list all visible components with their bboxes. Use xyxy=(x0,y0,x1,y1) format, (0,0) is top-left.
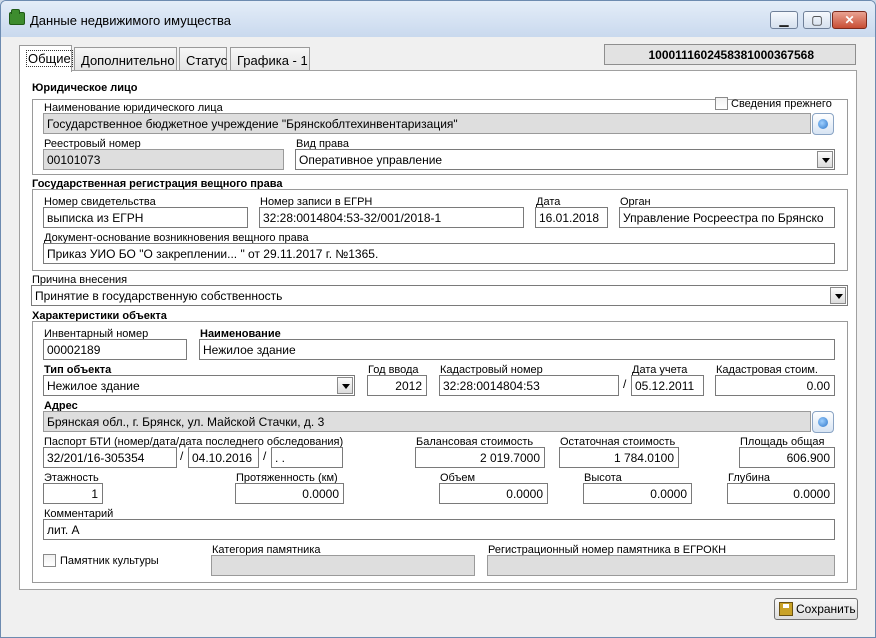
tab-graphics[interactable]: Графика - 1 xyxy=(230,47,310,71)
comment-field[interactable]: лит. А xyxy=(43,519,835,540)
object-type-select[interactable]: Нежилое здание xyxy=(43,375,355,396)
depth-field[interactable]: 0.0000 xyxy=(727,483,835,504)
cadastral-number-field[interactable]: 32:28:0014804:53 xyxy=(439,375,619,396)
maximize-icon: ▢ xyxy=(811,13,823,27)
minimize-icon: ▁ xyxy=(779,13,789,27)
tab-status-label: Статус xyxy=(186,53,228,68)
chevron-down-icon[interactable] xyxy=(817,151,833,168)
save-button-label: Сохранить xyxy=(796,602,856,616)
window-title: Данные недвижимого имущества xyxy=(30,13,231,28)
legal-name-field[interactable]: Государственное бюджетное учреждение "Бр… xyxy=(43,113,811,134)
monument-checkbox[interactable] xyxy=(43,554,56,567)
length-field[interactable]: 0.0000 xyxy=(235,483,344,504)
monument-category-field[interactable] xyxy=(211,555,475,576)
maximize-button[interactable]: ▢ xyxy=(803,11,831,29)
tab-page-general: Юридическое лицо Наименование юридическо… xyxy=(19,70,857,590)
height-field[interactable]: 0.0000 xyxy=(583,483,692,504)
tab-additional-label: Дополнительно xyxy=(81,53,175,68)
tab-graphics-label: Графика - 1 xyxy=(237,53,308,68)
close-icon: ✕ xyxy=(844,13,855,27)
volume-field[interactable]: 0.0000 xyxy=(439,483,548,504)
organ-field[interactable]: Управление Росреестра по Брянско xyxy=(619,207,835,228)
bti-separator-2: / xyxy=(263,449,267,463)
egrokn-number-field[interactable] xyxy=(487,555,835,576)
reg-date-field[interactable]: 16.01.2018 xyxy=(535,207,608,228)
save-button[interactable]: Сохранить xyxy=(774,598,858,620)
monument-label: Памятник культуры xyxy=(60,555,159,567)
residual-value-field[interactable]: 1 784.0100 xyxy=(559,447,679,468)
registry-number-field[interactable]: 00101073 xyxy=(43,149,284,170)
prev-info-checkbox[interactable] xyxy=(715,97,728,110)
section-legal-entity: Юридическое лицо xyxy=(32,82,138,94)
object-name-field[interactable]: Нежилое здание xyxy=(199,339,835,360)
chevron-down-icon[interactable] xyxy=(830,287,846,304)
tab-general-label: Общие xyxy=(26,50,73,67)
record-id: 1000111602458381000367568 xyxy=(604,44,856,65)
cert-number-field[interactable]: выписка из ЕГРН xyxy=(43,207,248,228)
tab-general[interactable]: Общие xyxy=(19,45,73,72)
prev-info-label: Сведения прежнего xyxy=(731,98,832,110)
minimize-button[interactable]: ▁ xyxy=(770,11,798,29)
close-button[interactable]: ✕ xyxy=(832,11,867,29)
tab-status[interactable]: Статус xyxy=(179,47,227,71)
total-area-field[interactable]: 606.900 xyxy=(739,447,835,468)
folder-icon xyxy=(9,9,25,25)
egrn-record-field[interactable]: 32:28:0014804:53-32/001/2018-1 xyxy=(259,207,524,228)
basis-doc-field[interactable]: Приказ УИО БО "О закреплении... " от 29.… xyxy=(43,243,835,264)
tab-additional[interactable]: Дополнительно xyxy=(74,47,177,71)
book-value-field[interactable]: 2 019.7000 xyxy=(415,447,545,468)
object-type-value: Нежилое здание xyxy=(47,379,140,393)
bti-date-field[interactable]: 04.10.2016 xyxy=(188,447,259,468)
address-field[interactable]: Брянская обл., г. Брянск, ул. Майской Ст… xyxy=(43,411,811,432)
pick-legal-entity-button[interactable] xyxy=(812,113,834,135)
chevron-down-icon[interactable] xyxy=(337,377,353,394)
property-data-window: Данные недвижимого имущества ▁ ▢ ✕ Общие… xyxy=(0,0,876,638)
entry-reason-value: Принятие в государственную собственность xyxy=(35,289,283,303)
accounting-date-field[interactable]: 05.12.2011 xyxy=(631,375,704,396)
right-type-value: Оперативное управление xyxy=(299,153,443,167)
cadastral-separator: / xyxy=(623,377,627,391)
floors-field[interactable]: 1 xyxy=(43,483,103,504)
right-type-select[interactable]: Оперативное управление xyxy=(295,149,835,170)
bti-survey-date-field[interactable]: . . xyxy=(271,447,343,468)
cadastral-cost-field[interactable]: 0.00 xyxy=(715,375,835,396)
year-field[interactable]: 2012 xyxy=(367,375,427,396)
title-bar[interactable]: Данные недвижимого имущества ▁ ▢ ✕ xyxy=(1,1,875,37)
pick-address-button[interactable] xyxy=(812,411,834,433)
inventory-number-field[interactable]: 00002189 xyxy=(43,339,187,360)
bti-separator-1: / xyxy=(180,449,184,463)
bti-number-field[interactable]: 32/201/16-305354 xyxy=(43,447,177,468)
save-icon xyxy=(779,602,793,616)
entry-reason-select[interactable]: Принятие в государственную собственность xyxy=(31,285,848,306)
